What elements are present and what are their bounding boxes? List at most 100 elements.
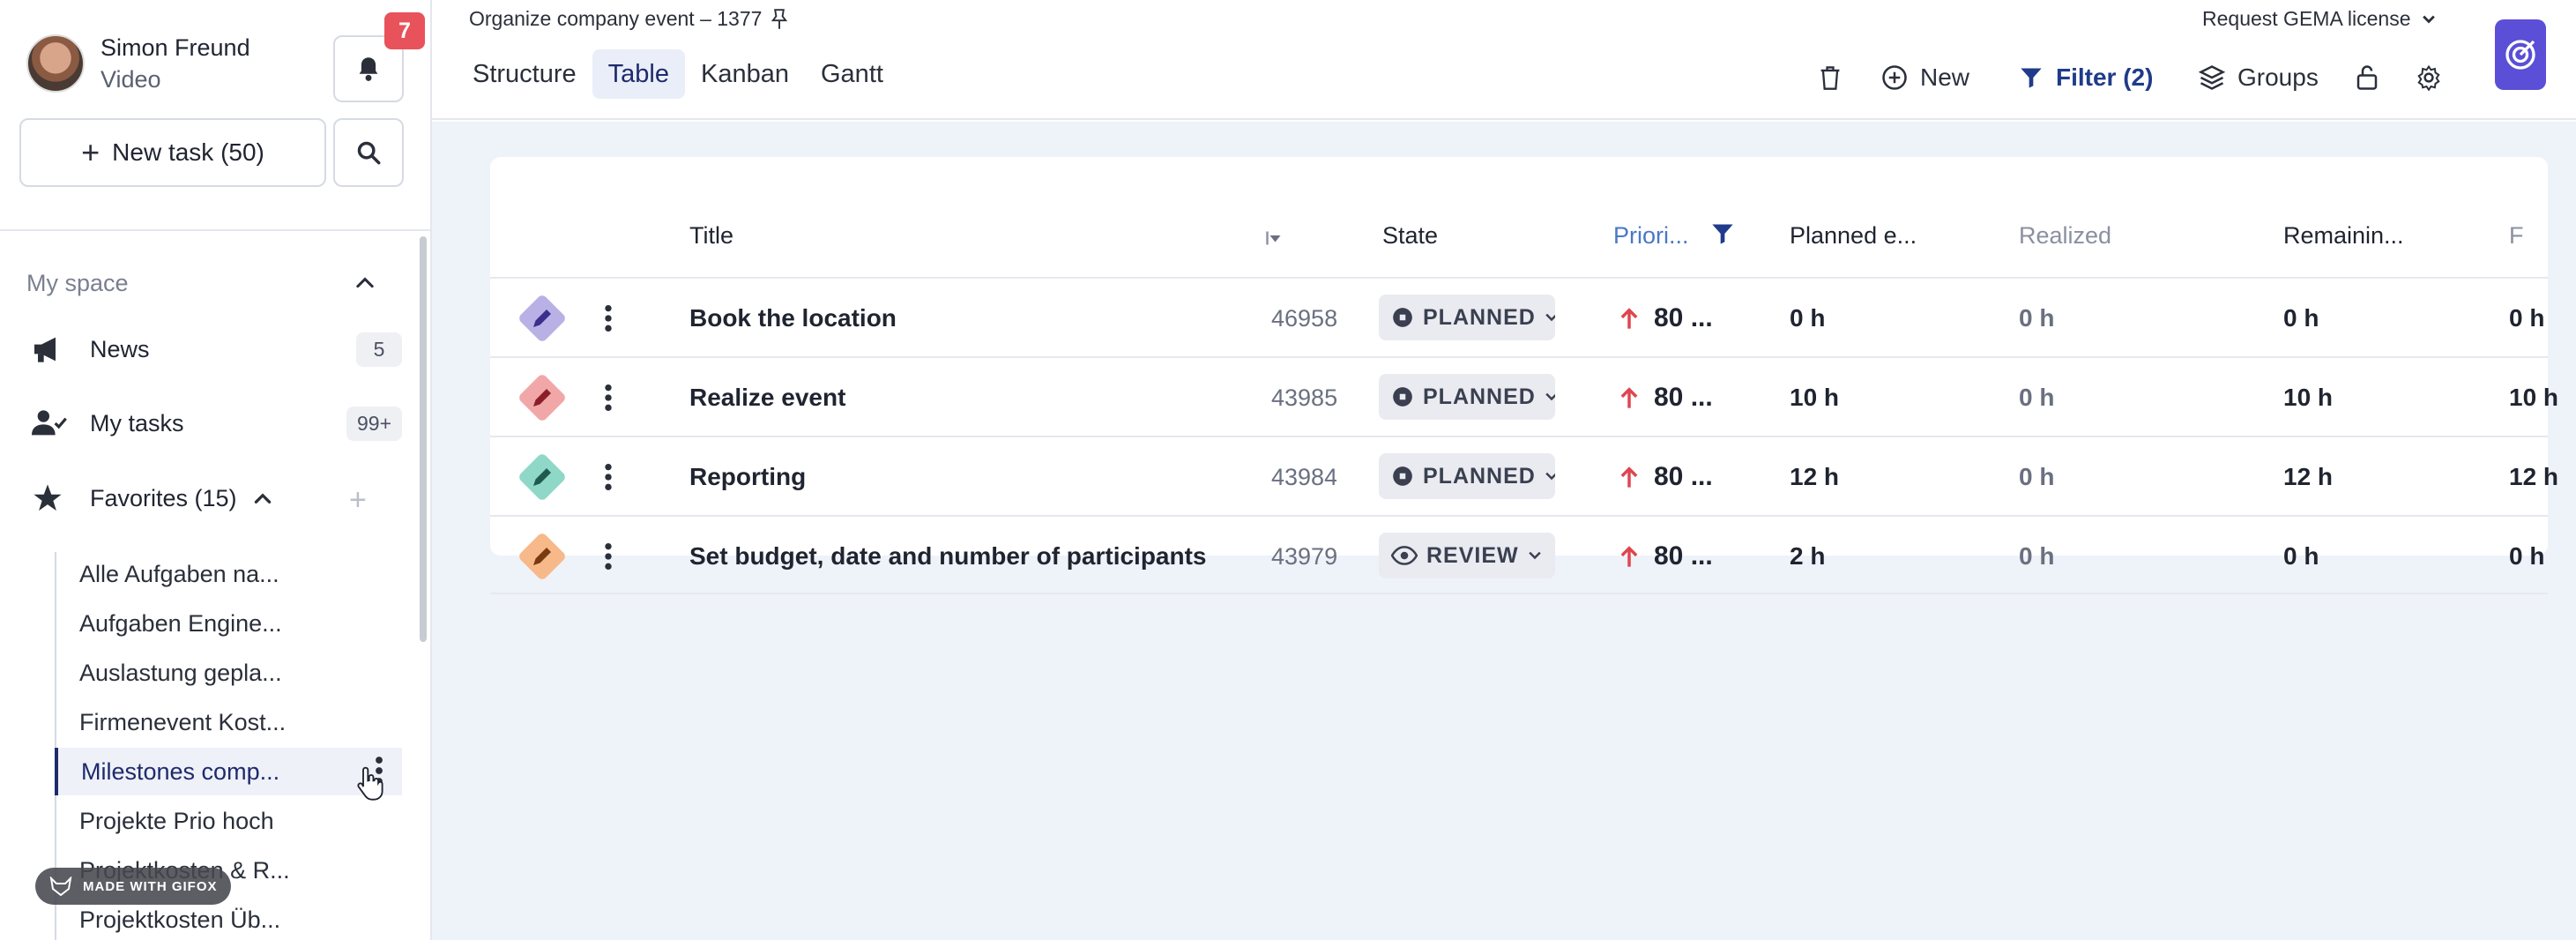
column-header-planned[interactable]: Planned e...	[1790, 222, 1917, 250]
favorite-item[interactable]: Auslastung gepla...	[56, 649, 404, 697]
table-row[interactable]: Realize event 43985 PLANNED 80 ... 10 h …	[490, 356, 2558, 437]
filter-label: Filter (2)	[2056, 63, 2154, 91]
favorite-item-active[interactable]: Milestones comp...	[55, 748, 402, 795]
realized-effort: 0 h	[2019, 304, 2055, 332]
user-profile[interactable]: Simon Freund Video	[26, 32, 250, 95]
state-dropdown[interactable]: PLANNED	[1379, 374, 1555, 420]
arrow-up-icon	[1620, 466, 1638, 488]
priority-cell[interactable]: 80 ...	[1619, 437, 1713, 517]
chevron-up-icon[interactable]	[251, 487, 274, 510]
avatar[interactable]	[26, 34, 85, 93]
column-header-priority[interactable]: Priori...	[1613, 222, 1689, 250]
breadcrumb-project[interactable]: Organize company event – 1377	[469, 7, 762, 31]
sidebar-item-news[interactable]: News 5	[32, 332, 402, 367]
pin-icon[interactable]	[771, 8, 788, 30]
planned-effort: 10 h	[1790, 384, 1840, 411]
target-icon	[2505, 40, 2535, 70]
task-title[interactable]: Realize event	[689, 358, 845, 437]
task-id: 43979	[1271, 542, 1336, 570]
row-menu-button[interactable]	[603, 541, 614, 576]
top-header: Organize company event – 1377 Structure …	[432, 0, 2576, 120]
assistant-launcher-button[interactable]	[2495, 19, 2546, 90]
arrow-up-icon	[1620, 546, 1638, 567]
chevron-up-icon	[356, 277, 374, 288]
sidebar-item-my-tasks[interactable]: My tasks 99+	[32, 406, 402, 441]
sidebar-item-label: News	[90, 335, 150, 362]
planned-effort: 0 h	[1790, 304, 1826, 332]
f-value: 10 h	[2509, 384, 2559, 411]
lock-button[interactable]	[2356, 56, 2379, 99]
new-button[interactable]: New	[1881, 56, 1969, 99]
star-icon	[32, 483, 71, 513]
favorite-item[interactable]: Firmenevent Kost...	[56, 698, 404, 746]
priority-cell[interactable]: 80 ...	[1619, 279, 1713, 358]
task-title[interactable]: Book the location	[689, 279, 897, 358]
pencil-icon	[533, 389, 551, 407]
plus-icon: +	[81, 134, 101, 170]
realized-effort: 0 h	[2019, 463, 2055, 490]
new-task-button[interactable]: + New task (50)	[19, 118, 326, 187]
collapse-my-space-button[interactable]	[353, 270, 377, 299]
sidebar: Simon Freund Video 7 + New task (50) My …	[0, 0, 432, 940]
row-menu-button[interactable]	[603, 383, 614, 417]
sidebar-scrollbar[interactable]	[420, 236, 427, 642]
priority-value: 80 ...	[1654, 541, 1713, 571]
pencil-icon	[533, 468, 551, 486]
column-header-state[interactable]: State	[1382, 222, 1438, 250]
state-dropdown[interactable]: REVIEW	[1379, 533, 1555, 578]
favorite-item[interactable]: Aufgaben Engine...	[56, 600, 404, 647]
column-header-realized[interactable]: Realized	[2019, 222, 2111, 250]
row-menu-button[interactable]	[603, 303, 614, 338]
column-header-f[interactable]: F	[2509, 222, 2524, 250]
tab-structure[interactable]: Structure	[457, 49, 592, 99]
priority-value: 80 ...	[1654, 303, 1713, 332]
row-menu-button[interactable]	[603, 462, 614, 496]
column-filter-button[interactable]	[1710, 220, 1735, 253]
groups-button[interactable]: Groups	[2199, 56, 2319, 99]
delete-button[interactable]	[1818, 56, 1843, 99]
column-header-remaining[interactable]: Remainin...	[2283, 222, 2404, 250]
request-license-dropdown[interactable]: Request GEMA license	[2202, 7, 2438, 31]
planned-status-icon	[1393, 387, 1412, 407]
realized-effort: 0 h	[2019, 384, 2055, 411]
task-type-icon	[517, 531, 568, 582]
column-sort-indicator[interactable]	[1266, 226, 1282, 253]
sidebar-item-favorites[interactable]: Favorites (15)	[32, 483, 274, 513]
breadcrumb: Organize company event – 1377	[469, 7, 788, 31]
filter-button[interactable]: Filter (2)	[2019, 56, 2153, 99]
column-header-title[interactable]: Title	[689, 222, 733, 250]
tab-table[interactable]: Table	[592, 49, 685, 99]
user-role: Video	[101, 66, 161, 93]
table-row[interactable]: Set budget, date and number of participa…	[490, 515, 2548, 594]
state-dropdown[interactable]: PLANNED	[1379, 295, 1555, 340]
layers-icon	[2199, 65, 2225, 90]
task-id: 46958	[1271, 304, 1336, 332]
remaining-effort: 0 h	[2283, 542, 2319, 570]
favorite-item[interactable]: Alle Aufgaben na...	[56, 550, 404, 598]
state-dropdown[interactable]: PLANNED	[1379, 453, 1555, 499]
arrow-up-icon	[1620, 308, 1638, 329]
table-row[interactable]: Book the location 46958 PLANNED 80 ... 0…	[490, 277, 2548, 356]
search-button[interactable]	[333, 118, 404, 187]
remaining-effort: 0 h	[2283, 304, 2319, 332]
tab-gantt[interactable]: Gantt	[805, 49, 899, 99]
add-favorite-button[interactable]: +	[349, 483, 367, 518]
task-title[interactable]: Set budget, date and number of participa…	[689, 517, 1207, 596]
remaining-effort: 12 h	[2283, 463, 2334, 490]
sidebar-item-label: My tasks	[90, 409, 184, 436]
priority-cell[interactable]: 80 ...	[1619, 358, 1713, 437]
bell-icon	[359, 57, 378, 81]
table-row[interactable]: Reporting 43984 PLANNED 80 ... 12 h 0 h …	[490, 436, 2558, 517]
planned-status-icon	[1393, 466, 1412, 486]
favorite-item[interactable]: Projekte Prio hoch	[56, 797, 404, 845]
remaining-effort: 10 h	[2283, 384, 2334, 411]
settings-button[interactable]	[2416, 56, 2442, 99]
task-title[interactable]: Reporting	[689, 437, 806, 517]
tab-kanban[interactable]: Kanban	[685, 49, 805, 99]
section-title-my-space: My space	[26, 270, 129, 296]
priority-cell[interactable]: 80 ...	[1619, 517, 1713, 596]
f-value: 12 h	[2509, 463, 2559, 490]
megaphone-icon	[32, 335, 71, 363]
task-id: 43984	[1271, 463, 1336, 490]
watermark-text: MADE WITH GIFOX	[83, 878, 218, 894]
